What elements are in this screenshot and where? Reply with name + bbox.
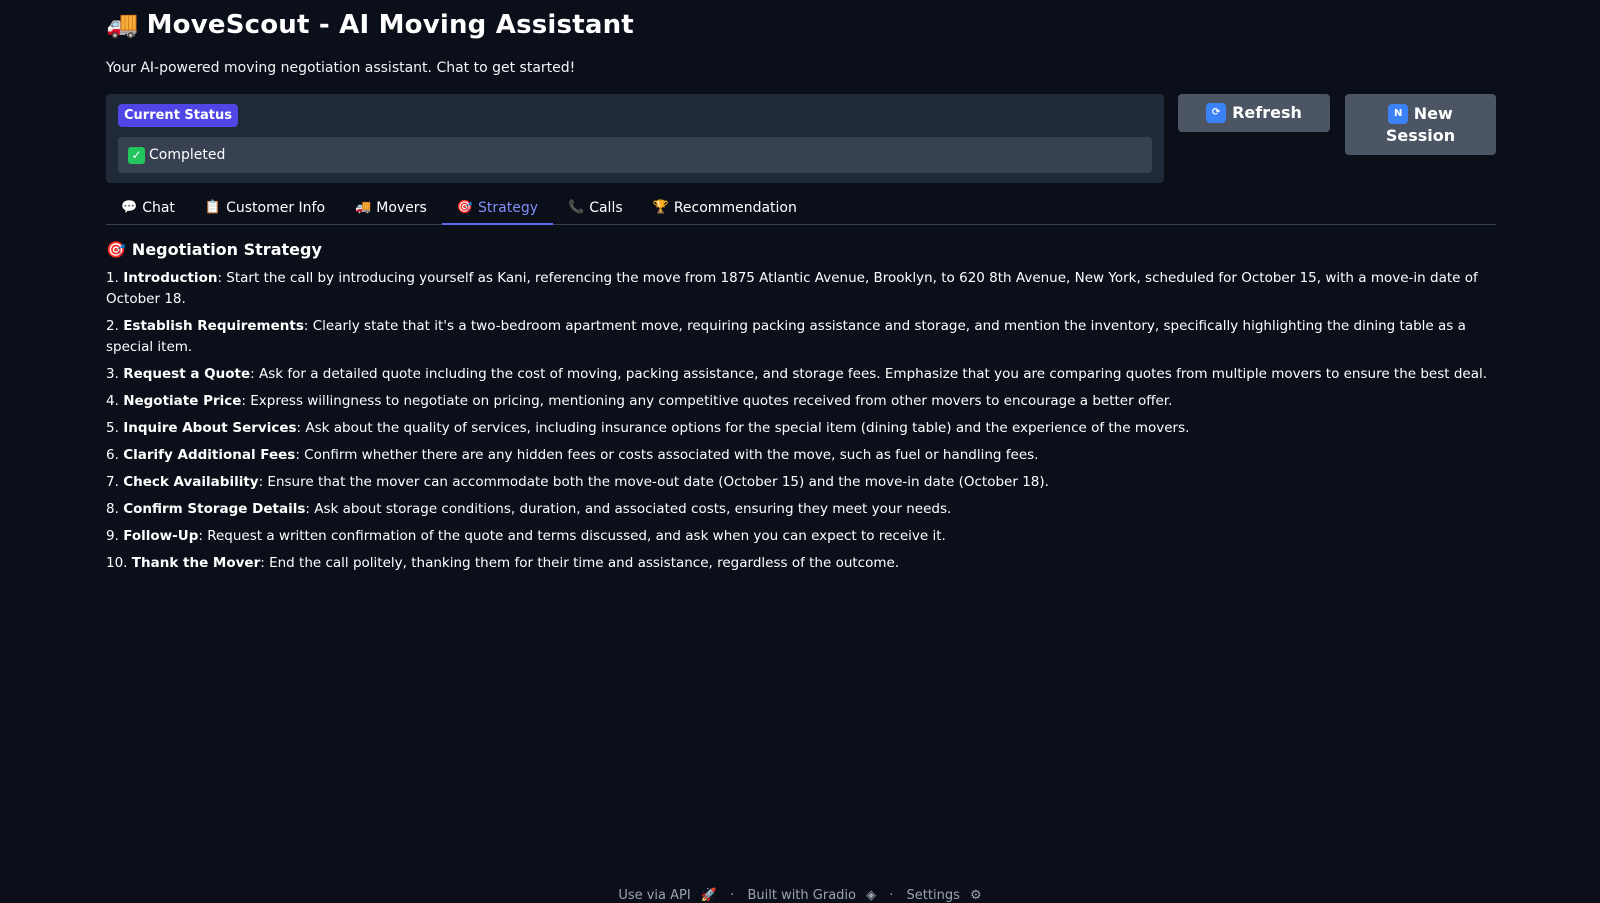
- step-title: Check Availability: [123, 474, 259, 490]
- new-session-button[interactable]: N New Session: [1345, 94, 1496, 155]
- page-title: 🚚 MoveScout - AI Moving Assistant: [106, 10, 634, 40]
- status-label: Current Status: [118, 104, 238, 127]
- footer-separator: ·: [889, 888, 894, 903]
- settings-label: Settings: [906, 888, 960, 903]
- list-item: 9. Follow-Up: Request a written confirma…: [106, 526, 1496, 547]
- step-text: : Express willingness to negotiate on pr…: [241, 393, 1173, 409]
- tab-recommendation[interactable]: 🏆 Recommendation: [638, 195, 812, 225]
- tab-label: Customer Info: [226, 200, 326, 216]
- step-title: Inquire About Services: [123, 420, 297, 436]
- rocket-icon: 🚀: [700, 888, 718, 903]
- list-item: 1. Introduction: Start the call by intro…: [106, 268, 1496, 310]
- list-item: 4. Negotiate Price: Express willingness …: [106, 391, 1496, 412]
- trophy-icon: 🏆: [652, 200, 669, 215]
- strategy-steps: 1. Introduction: Start the call by intro…: [106, 268, 1496, 574]
- tab-customer-info[interactable]: 📋 Customer Info: [190, 195, 340, 225]
- truck-icon: 🚚: [355, 200, 372, 215]
- status-value: Completed: [149, 147, 226, 163]
- tab-strategy[interactable]: 🎯 Strategy: [441, 195, 554, 225]
- tab-bar: 💬 Chat 📋 Customer Info 🚚 Movers 🎯 Strate…: [106, 195, 1496, 225]
- tab-label: Chat: [142, 200, 175, 216]
- step-title: Follow-Up: [123, 528, 199, 544]
- new-icon: N: [1388, 104, 1409, 124]
- list-item: 8. Confirm Storage Details: Ask about st…: [106, 499, 1496, 520]
- gradio-link[interactable]: Built with Gradio ◈: [744, 888, 879, 903]
- step-number: 6.: [106, 447, 119, 463]
- strategy-panel: 🎯 Negotiation Strategy 1. Introduction: …: [106, 240, 1496, 580]
- strategy-heading-text: Negotiation Strategy: [131, 240, 322, 259]
- built-with-label: Built with Gradio: [747, 888, 856, 903]
- tab-label: Movers: [376, 200, 427, 216]
- step-number: 4.: [106, 393, 119, 409]
- step-number: 10.: [106, 555, 128, 571]
- step-text: : Ask about the quality of services, inc…: [296, 420, 1190, 436]
- page-title-text: MoveScout - AI Moving Assistant: [146, 10, 634, 40]
- step-number: 9.: [106, 528, 119, 544]
- strategy-heading: 🎯 Negotiation Strategy: [106, 240, 1496, 259]
- clipboard-icon: 📋: [204, 200, 222, 215]
- list-item: 2. Establish Requirements: Clearly state…: [106, 316, 1496, 358]
- step-text: : Ask for a detailed quote including the…: [250, 366, 1488, 382]
- list-item: 6. Clarify Additional Fees: Confirm whet…: [106, 445, 1496, 466]
- list-item: 7. Check Availability: Ensure that the m…: [106, 472, 1496, 493]
- step-text: : Request a written confirmation of the …: [198, 528, 946, 544]
- step-text: : Clearly state that it's a two-bedroom …: [106, 318, 1466, 355]
- step-title: Negotiate Price: [123, 393, 242, 409]
- footer: Use via API 🚀 · Built with Gradio ◈ · Se…: [0, 888, 1600, 903]
- step-title: Establish Requirements: [123, 318, 304, 334]
- truck-icon: 🚚: [106, 10, 139, 40]
- step-title: Introduction: [123, 270, 218, 286]
- list-item: 3. Request a Quote: Ask for a detailed q…: [106, 364, 1496, 385]
- step-number: 3.: [106, 366, 119, 382]
- list-item: 5. Inquire About Services: Ask about the…: [106, 418, 1496, 439]
- step-text: : End the call politely, thanking them f…: [260, 555, 900, 571]
- page-subtitle: Your AI-powered moving negotiation assis…: [106, 60, 576, 76]
- footer-separator: ·: [730, 888, 735, 903]
- step-number: 7.: [106, 474, 119, 490]
- refresh-icon: ⟳: [1206, 103, 1227, 123]
- tab-movers[interactable]: 🚚 Movers: [340, 195, 442, 225]
- step-number: 1.: [106, 270, 119, 286]
- tab-label: Recommendation: [673, 200, 797, 216]
- step-title: Clarify Additional Fees: [123, 447, 296, 463]
- step-title: Request a Quote: [123, 366, 251, 382]
- tab-label: Calls: [589, 200, 623, 216]
- step-number: 8.: [106, 501, 119, 517]
- refresh-button[interactable]: ⟳ Refresh: [1178, 94, 1330, 132]
- step-number: 5.: [106, 420, 119, 436]
- gradio-logo-icon: ◈: [866, 888, 877, 903]
- step-title: Confirm Storage Details: [123, 501, 306, 517]
- step-title: Thank the Mover: [131, 555, 261, 571]
- use-api-link[interactable]: Use via API 🚀: [615, 888, 720, 903]
- use-api-label: Use via API: [618, 888, 691, 903]
- step-text: : Ensure that the mover can accommodate …: [258, 474, 1049, 490]
- status-textbox[interactable]: ✓ Completed: [118, 137, 1152, 173]
- step-number: 2.: [106, 318, 119, 334]
- list-item: 10. Thank the Mover: End the call polite…: [106, 553, 1496, 574]
- check-icon: ✓: [128, 146, 145, 164]
- settings-link[interactable]: Settings ⚙: [904, 888, 985, 903]
- refresh-button-label: Refresh: [1232, 103, 1302, 122]
- step-text: : Confirm whether there are any hidden f…: [295, 447, 1039, 463]
- tab-label: Strategy: [478, 200, 539, 216]
- gear-icon: ⚙: [970, 888, 982, 903]
- target-icon: 🎯: [456, 200, 474, 215]
- target-icon: 🎯: [106, 240, 126, 259]
- step-text: : Ask about storage conditions, duration…: [305, 501, 952, 517]
- speech-bubble-icon: 💬: [121, 200, 138, 215]
- step-text: : Start the call by introducing yourself…: [106, 270, 1478, 307]
- tab-chat[interactable]: 💬 Chat: [106, 195, 190, 225]
- phone-icon: 📞: [568, 200, 585, 215]
- tab-calls[interactable]: 📞 Calls: [553, 195, 638, 225]
- status-panel: Current Status ✓ Completed: [106, 94, 1164, 183]
